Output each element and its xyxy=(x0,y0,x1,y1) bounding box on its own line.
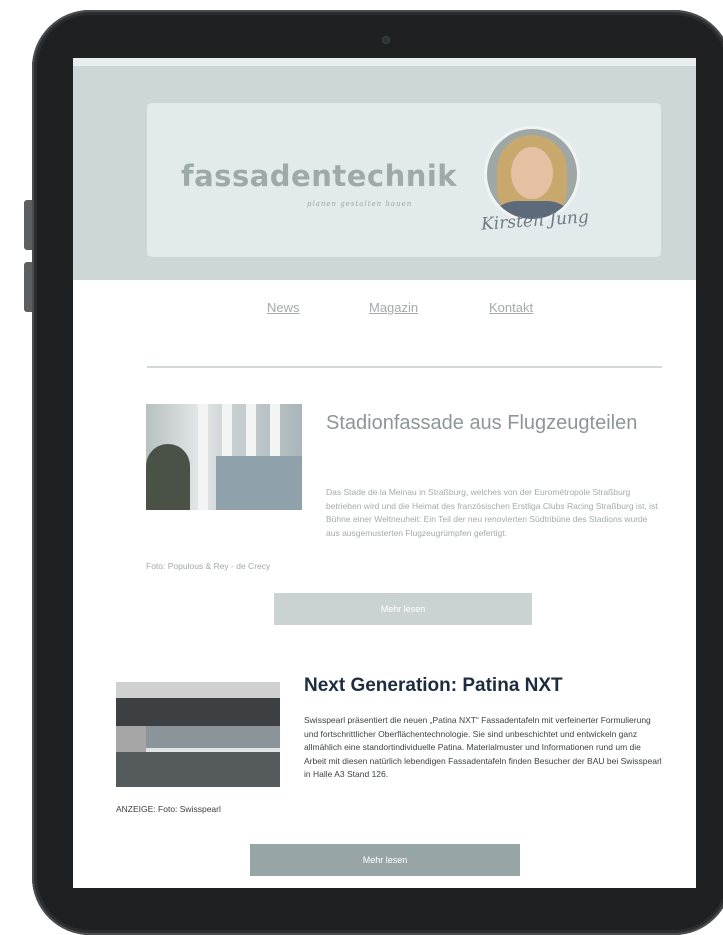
nav-link-news[interactable]: News xyxy=(267,300,300,315)
top-nav: News Magazin Kontakt xyxy=(73,300,696,320)
article-body: Swisspearl präsentiert die neuen „Patina… xyxy=(304,715,662,779)
divider xyxy=(147,366,662,368)
nav-link-magazin[interactable]: Magazin xyxy=(369,300,418,315)
building-roof xyxy=(116,682,280,698)
facade-glass xyxy=(216,456,302,510)
nav-link-kontakt[interactable]: Kontakt xyxy=(489,300,533,315)
article-image-stadium[interactable] xyxy=(146,404,302,510)
facade-column xyxy=(198,404,208,510)
building-window xyxy=(146,726,280,748)
article-caption: Foto: Populous & Rey - de Crecy xyxy=(146,561,271,571)
tree-shape xyxy=(146,444,190,510)
building-base xyxy=(116,752,280,787)
article-title[interactable]: Stadionfassade aus Flugzeugteilen xyxy=(326,408,666,438)
camera-icon xyxy=(383,37,389,43)
article-title[interactable]: Next Generation: Patina NXT xyxy=(304,675,674,697)
logo-tagline: planen gestalten bauen xyxy=(307,200,413,208)
avatar xyxy=(487,129,577,219)
article-image-building[interactable] xyxy=(116,682,280,787)
header-band: fassadentechnik planen gestalten bauen K… xyxy=(73,58,696,280)
logo[interactable]: fassadentechnik xyxy=(181,159,457,193)
header-card: fassadentechnik planen gestalten bauen K… xyxy=(147,103,661,257)
read-more-button[interactable]: Mehr lesen xyxy=(250,844,520,876)
building-band xyxy=(116,698,280,726)
newsletter-screen: fassadentechnik planen gestalten bauen K… xyxy=(73,58,696,888)
article-body: Das Stade de la Meinau in Straßburg, wel… xyxy=(326,487,658,538)
read-more-button[interactable]: Mehr lesen xyxy=(274,593,532,625)
avatar-face xyxy=(511,147,553,199)
article-caption: ANZEIGE: Foto: Swisspearl xyxy=(116,804,221,814)
